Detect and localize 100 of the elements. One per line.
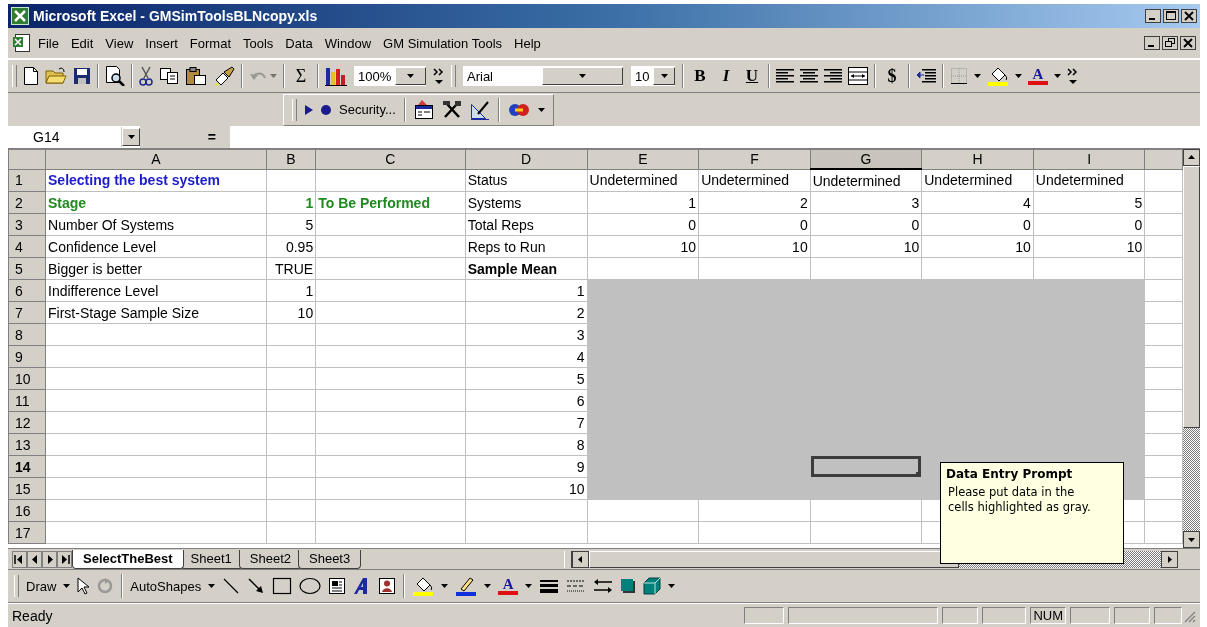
new-document-icon[interactable] <box>23 67 39 85</box>
caret-icon[interactable] <box>537 107 545 112</box>
arrow-style-icon[interactable] <box>593 578 614 594</box>
workbook-icon[interactable] <box>12 33 32 53</box>
caret-icon[interactable] <box>208 584 216 588</box>
align-left-icon[interactable] <box>776 67 794 85</box>
row-header[interactable]: 9 <box>8 345 46 368</box>
column-header[interactable]: E <box>587 149 699 169</box>
design-icon[interactable] <box>469 99 490 120</box>
minimize-icon[interactable] <box>1145 9 1161 23</box>
arrow-icon[interactable] <box>247 577 266 595</box>
borders-icon[interactable] <box>950 67 968 85</box>
row-header[interactable]: 4 <box>8 235 46 258</box>
row-header[interactable]: 10 <box>8 367 46 390</box>
rectangle-icon[interactable] <box>272 577 293 595</box>
add-ins-icon[interactable] <box>507 101 530 118</box>
chart-icon[interactable] <box>325 66 347 86</box>
column-header[interactable]: B <box>266 149 316 169</box>
minimize-icon[interactable] <box>1144 36 1160 50</box>
line-style-icon[interactable] <box>539 578 560 594</box>
menu-item[interactable]: Format <box>183 33 237 53</box>
fill-color-icon[interactable] <box>412 576 435 596</box>
last-sheet-icon[interactable] <box>57 550 72 568</box>
text-box-icon[interactable] <box>328 577 347 595</box>
menu-item[interactable]: Data <box>279 33 319 53</box>
row-header[interactable]: 12 <box>8 411 46 434</box>
paste-icon[interactable] <box>185 66 207 86</box>
column-header[interactable]: F <box>698 149 811 169</box>
menu-item[interactable]: View <box>99 33 140 53</box>
scroll-right-icon[interactable] <box>1161 550 1178 568</box>
restore-icon[interactable] <box>1162 36 1178 50</box>
bold-button[interactable]: B <box>690 66 710 86</box>
caret-icon[interactable] <box>127 135 135 139</box>
column-header[interactable]: I <box>1033 149 1145 169</box>
cut-icon[interactable] <box>139 66 153 86</box>
column-header[interactable]: H <box>921 149 1034 169</box>
row-header[interactable]: 6 <box>8 279 46 302</box>
caret-icon[interactable] <box>484 584 492 588</box>
align-right-icon[interactable] <box>824 67 842 85</box>
security-button[interactable]: Security... <box>339 102 396 117</box>
tools-icon[interactable] <box>441 99 462 120</box>
clip-art-icon[interactable] <box>378 577 397 595</box>
dash-style-icon[interactable] <box>566 578 587 594</box>
close-icon[interactable] <box>1181 9 1197 23</box>
caret-icon[interactable] <box>525 584 533 588</box>
align-center-icon[interactable] <box>800 67 818 85</box>
sheet-tab[interactable]: SelectTheBest <box>72 549 184 569</box>
menu-item[interactable]: Edit <box>64 33 100 53</box>
menu-item[interactable]: File <box>32 33 65 53</box>
line-color-icon[interactable] <box>455 576 478 596</box>
record-icon[interactable] <box>321 104 331 115</box>
column-header[interactable]: G <box>810 149 922 169</box>
column-header[interactable]: D <box>465 149 588 169</box>
autoshapes-menu-button[interactable]: AutoShapes <box>130 578 202 594</box>
caret-icon[interactable] <box>1054 74 1061 78</box>
caret-icon[interactable] <box>974 74 981 78</box>
caret-icon[interactable] <box>63 584 71 588</box>
italic-button[interactable]: I <box>716 66 736 86</box>
previous-sheet-icon[interactable] <box>27 550 42 568</box>
name-box-dropdown[interactable] <box>122 128 140 146</box>
tab-split-handle[interactable] <box>563 550 572 568</box>
first-sheet-icon[interactable] <box>12 550 27 568</box>
scroll-down-icon[interactable] <box>1183 531 1200 548</box>
scroll-thumb[interactable] <box>588 550 959 568</box>
line-icon[interactable] <box>222 577 241 595</box>
row-header[interactable]: 15 <box>8 477 46 500</box>
row-header[interactable]: 8 <box>8 323 46 346</box>
scroll-thumb[interactable] <box>1183 166 1200 428</box>
more-buttons-icon[interactable] <box>1067 66 1079 86</box>
row-header[interactable]: 5 <box>8 257 46 280</box>
next-sheet-icon[interactable] <box>42 550 57 568</box>
menu-item[interactable]: Help <box>508 33 547 53</box>
caret-icon[interactable] <box>407 74 415 78</box>
caret-icon[interactable] <box>668 584 676 588</box>
row-header[interactable]: 17 <box>8 521 46 544</box>
menu-item[interactable]: Window <box>318 33 378 53</box>
row-header[interactable]: 14 <box>8 455 46 478</box>
row-header[interactable]: 7 <box>8 301 46 324</box>
formula-equals-button[interactable]: = <box>207 129 230 145</box>
font-box[interactable]: Arial <box>462 65 624 87</box>
format-painter-icon[interactable] <box>213 66 235 86</box>
3d-box-icon[interactable] <box>643 577 662 595</box>
print-preview-icon[interactable] <box>105 66 125 86</box>
row-header[interactable]: 3 <box>8 213 46 236</box>
caret-icon[interactable] <box>1015 74 1022 78</box>
form-icon[interactable] <box>413 99 434 120</box>
caret-icon[interactable] <box>579 74 586 78</box>
oval-icon[interactable] <box>299 577 322 595</box>
draw-menu-button[interactable]: Draw <box>26 578 57 594</box>
close-icon[interactable] <box>1180 36 1196 50</box>
sheet-tab[interactable]: Sheet3 <box>298 549 362 569</box>
row-header[interactable]: 2 <box>8 191 46 214</box>
select-all-button[interactable] <box>8 149 46 169</box>
autosum-button[interactable]: Σ <box>291 65 311 87</box>
menu-item[interactable]: Tools <box>237 33 280 53</box>
font-size-box[interactable]: 10 <box>630 65 676 87</box>
decrease-indent-icon[interactable] <box>916 67 936 85</box>
column-header[interactable]: C <box>315 149 466 169</box>
run-icon[interactable] <box>305 104 313 115</box>
pointer-icon[interactable] <box>77 577 90 595</box>
